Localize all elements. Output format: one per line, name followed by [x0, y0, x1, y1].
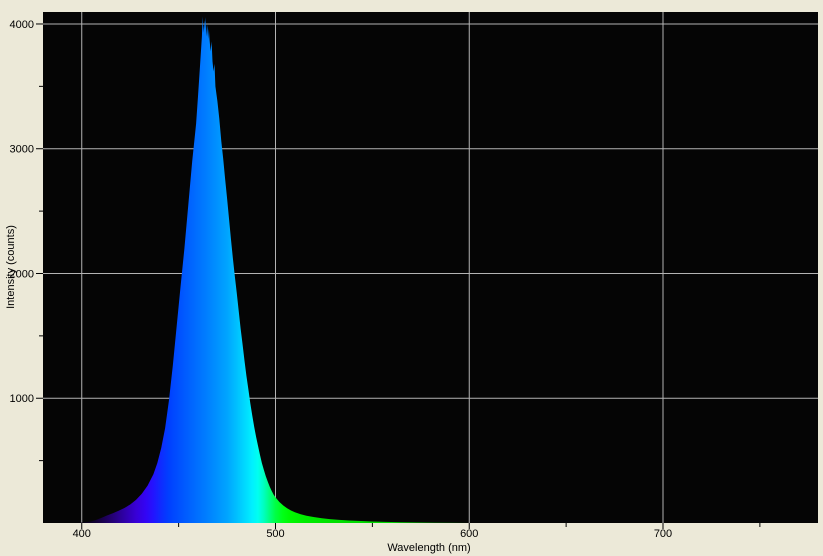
x-tick-label: 600	[460, 528, 478, 540]
y-tick-label: 1000	[10, 393, 34, 405]
y-axis-title: Intensity (counts)	[5, 225, 17, 309]
x-tick-label: 400	[73, 528, 91, 540]
y-tick-label: 3000	[10, 144, 34, 156]
y-tick-label: 4000	[10, 19, 34, 31]
spectrum-chart: 1000200030004000400500600700 Wavelength …	[0, 0, 823, 556]
x-tick-label: 500	[266, 528, 284, 540]
plot-area[interactable]	[43, 12, 818, 523]
x-axis-title: Wavelength (nm)	[387, 542, 470, 554]
spectrometer-chart-panel: 1000200030004000400500600700 Wavelength …	[0, 0, 823, 556]
x-tick-label: 700	[654, 528, 672, 540]
